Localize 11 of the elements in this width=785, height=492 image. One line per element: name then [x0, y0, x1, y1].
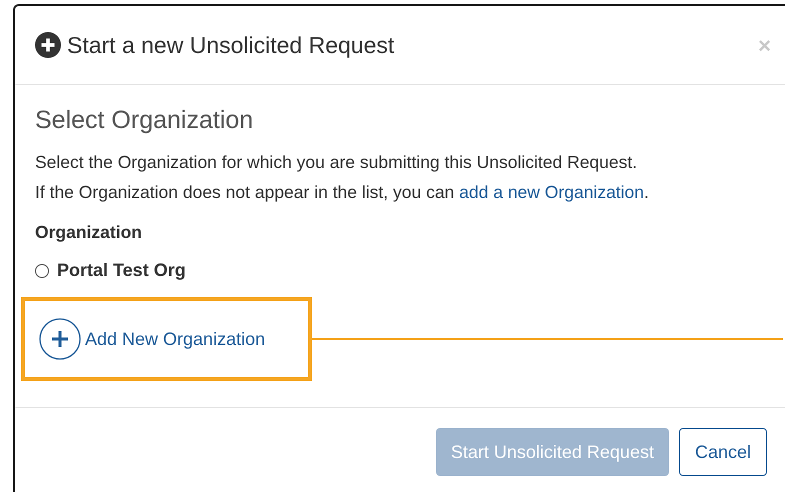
radio-button[interactable] [35, 264, 49, 278]
cancel-button[interactable]: Cancel [678, 428, 767, 476]
plus-circle-icon [39, 318, 81, 360]
option-label: Portal Test Org [57, 259, 186, 282]
intro-text: Select the Organization for which you are submitting this Unsolicited Request. If the Organization does not appear in the list, you can add a new Organization. [35, 151, 650, 204]
field-label: Organization [35, 221, 143, 244]
add-organization-link[interactable]: add a new Organization [459, 182, 644, 202]
section-title: Select Organization [35, 105, 254, 135]
plus-circle-icon [35, 32, 61, 58]
add-organization-button[interactable]: Add New Organization [39, 318, 266, 360]
modal-title: Start a new Unsolicited Request [67, 30, 394, 60]
